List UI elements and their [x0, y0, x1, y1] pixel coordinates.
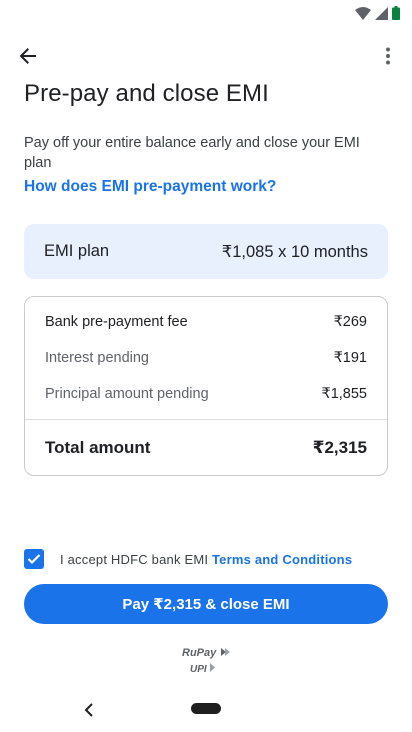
page-description: Pay off your entire balance early and cl…: [24, 135, 360, 171]
total-amount-row: Total amount ₹2,315: [45, 438, 367, 458]
more-vert-icon: [386, 47, 390, 65]
nav-back-icon[interactable]: [82, 700, 98, 720]
terms-consent: I accept HDFC bank EMI Terms and Conditi…: [24, 549, 352, 569]
emi-plan-value: ₹1,085 x 10 months: [221, 242, 368, 261]
wifi-icon: [355, 6, 371, 20]
system-nav-bar: [0, 690, 412, 732]
signal-icon: [375, 6, 388, 20]
total-amount-value: ₹2,315: [312, 438, 367, 457]
pay-and-close-emi-button[interactable]: Pay ₹2,315 & close EMI: [24, 584, 388, 624]
rupay-upi-logo: RuPay UPI: [182, 647, 230, 675]
consent-label: I accept HDFC bank EMI: [60, 551, 212, 567]
nav-home-pill[interactable]: [191, 703, 221, 714]
breakdown-row-label: Bank pre-payment fee: [45, 314, 188, 330]
emi-plan-card: EMI plan ₹1,085 x 10 months: [24, 224, 388, 279]
breakdown-row-label: Principal amount pending: [45, 386, 209, 402]
total-amount-label: Total amount: [45, 438, 151, 457]
breakdown-row-label: Interest pending: [45, 350, 149, 366]
svg-text:RuPay: RuPay: [182, 647, 217, 659]
breakdown-row: Bank pre-payment fee ₹269: [45, 314, 367, 330]
arrow-back-icon: [19, 48, 36, 64]
status-bar: [0, 0, 412, 28]
emi-prepayment-help-link[interactable]: How does EMI pre-payment work?: [24, 178, 276, 196]
terms-checkbox[interactable]: [24, 549, 44, 569]
breakdown-row: Interest pending ₹191: [45, 350, 367, 366]
back-button[interactable]: [12, 40, 44, 72]
more-options-button[interactable]: [380, 40, 396, 72]
amount-breakdown-card: Bank pre-payment fee ₹269 Interest pendi…: [24, 296, 388, 476]
breakdown-row-value: ₹269: [333, 314, 367, 330]
status-icons: [355, 6, 400, 20]
breakdown-row: Principal amount pending ₹1,855: [45, 386, 367, 402]
battery-icon: [392, 6, 400, 20]
app-bar: [0, 34, 412, 78]
breakdown-row-value: ₹1,855: [321, 386, 367, 402]
checkmark-icon: [27, 554, 41, 565]
divider: [25, 419, 387, 420]
breakdown-row-value: ₹191: [333, 350, 367, 366]
terms-and-conditions-link[interactable]: Terms and Conditions: [212, 552, 352, 567]
page-title: Pre-pay and close EMI: [24, 80, 269, 107]
emi-plan-label: EMI plan: [44, 242, 110, 260]
svg-text:UPI: UPI: [190, 664, 207, 675]
consent-text: I accept HDFC bank EMI Terms and Conditi…: [60, 552, 352, 567]
